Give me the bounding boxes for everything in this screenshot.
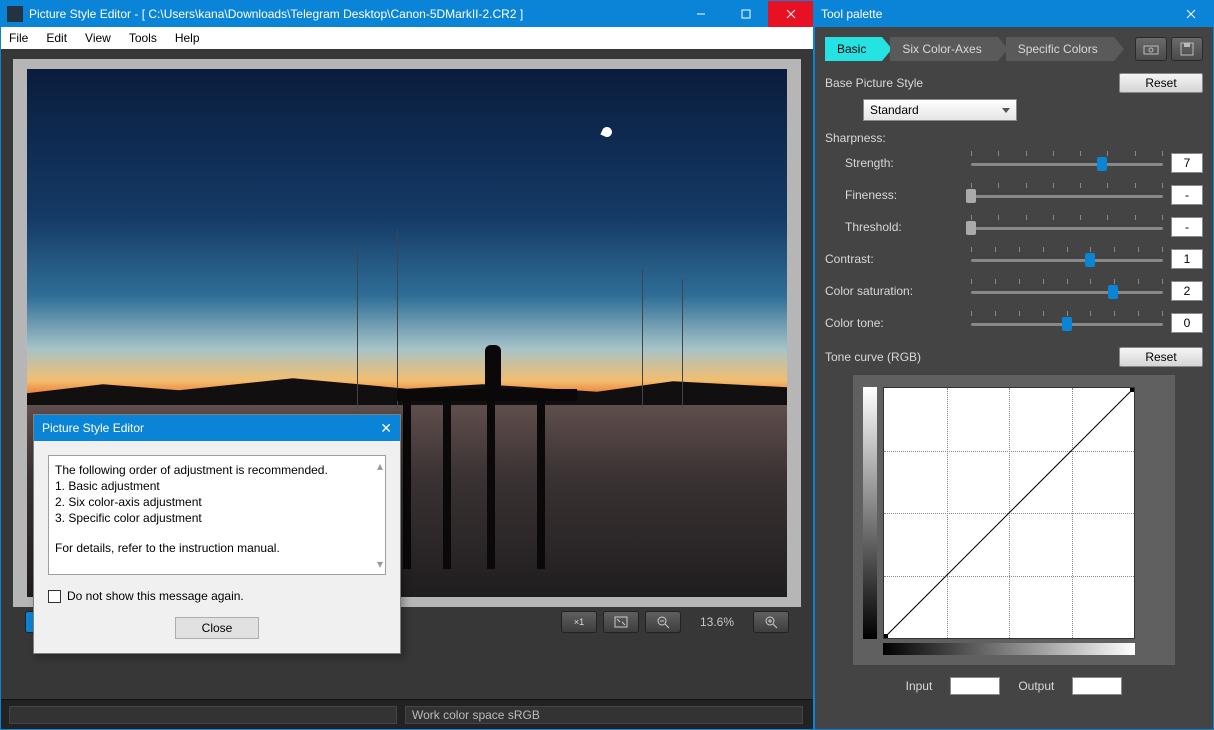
- minimize-button[interactable]: [678, 1, 723, 27]
- status-bar: Work color space sRGB: [1, 699, 813, 729]
- saturation-value[interactable]: 2: [1171, 281, 1203, 301]
- zoom-out-button[interactable]: [645, 611, 681, 633]
- fineness-value[interactable]: -: [1171, 185, 1203, 205]
- fineness-label: Fineness:: [825, 188, 971, 202]
- status-colorspace: Work color space sRGB: [405, 706, 803, 724]
- fineness-slider[interactable]: [971, 183, 1163, 207]
- menubar: File Edit View Tools Help: [1, 27, 813, 49]
- zoom-value: 13.6%: [687, 615, 747, 629]
- threshold-slider[interactable]: [971, 215, 1163, 239]
- dialog-close-icon[interactable]: ✕: [380, 420, 392, 437]
- close-button[interactable]: [768, 1, 813, 27]
- scroll-up-icon[interactable]: ▴: [377, 458, 383, 474]
- input-field[interactable]: [950, 677, 1000, 695]
- fit-screen-button[interactable]: [603, 611, 639, 633]
- base-style-select[interactable]: Standard: [863, 99, 1017, 121]
- image-canvas: Picture Style Editor ✕ ▴ ▾ The following…: [1, 49, 813, 699]
- tone-value[interactable]: 0: [1171, 313, 1203, 333]
- strength-slider[interactable]: [971, 151, 1163, 175]
- tab-basic[interactable]: Basic: [825, 37, 882, 61]
- dont-show-label: Do not show this message again.: [67, 589, 244, 603]
- side-close-button[interactable]: [1168, 1, 1213, 27]
- tab-bar: Basic Six Color-Axes Specific Colors: [825, 37, 1203, 61]
- tonecurve-panel: [853, 375, 1175, 665]
- info-dialog: Picture Style Editor ✕ ▴ ▾ The following…: [33, 414, 401, 654]
- output-label: Output: [1018, 679, 1054, 693]
- tonecurve-label: Tone curve (RGB): [825, 350, 921, 364]
- tool-palette-window: Tool palette Basic Six Color-Axes Specif…: [814, 0, 1214, 730]
- dont-show-checkbox[interactable]: [48, 590, 61, 603]
- strength-value[interactable]: 7: [1171, 153, 1203, 173]
- main-window: Picture Style Editor - [ C:\Users\kana\D…: [0, 0, 814, 730]
- base-style-label: Base Picture Style: [825, 76, 923, 90]
- maximize-button[interactable]: [723, 1, 768, 27]
- saturation-label: Color saturation:: [825, 284, 971, 298]
- vertical-gradient: [863, 387, 877, 639]
- contrast-value[interactable]: 1: [1171, 249, 1203, 269]
- output-field[interactable]: [1072, 677, 1122, 695]
- menu-tools[interactable]: Tools: [129, 31, 157, 45]
- side-title: Tool palette: [821, 7, 1168, 21]
- scroll-down-icon[interactable]: ▾: [377, 556, 383, 572]
- save-palette-button[interactable]: [1171, 37, 1203, 61]
- menu-edit[interactable]: Edit: [46, 31, 67, 45]
- dialog-message: ▴ ▾ The following order of adjustment is…: [48, 455, 386, 575]
- reset-curve-button[interactable]: Reset: [1119, 347, 1203, 367]
- reset-style-button[interactable]: Reset: [1119, 73, 1203, 93]
- contrast-slider[interactable]: [971, 247, 1163, 271]
- menu-file[interactable]: File: [9, 31, 28, 45]
- horizontal-gradient: [883, 643, 1135, 655]
- dialog-close-button[interactable]: Close: [175, 617, 259, 639]
- strength-label: Strength:: [825, 156, 971, 170]
- tab-specific[interactable]: Specific Colors: [1006, 37, 1114, 61]
- menu-view[interactable]: View: [85, 31, 111, 45]
- app-icon: [7, 6, 23, 22]
- dialog-title: Picture Style Editor: [42, 421, 144, 435]
- zoom-in-button[interactable]: [753, 611, 789, 633]
- contrast-label: Contrast:: [825, 252, 971, 266]
- tone-slider[interactable]: [971, 311, 1163, 335]
- saturation-slider[interactable]: [971, 279, 1163, 303]
- fit-1-1-button[interactable]: ×1: [561, 611, 597, 633]
- menu-help[interactable]: Help: [175, 31, 200, 45]
- threshold-label: Threshold:: [825, 220, 971, 234]
- input-label: Input: [906, 679, 933, 693]
- capture-button[interactable]: [1135, 37, 1167, 61]
- status-field-1: [9, 706, 397, 724]
- main-title: Picture Style Editor - [ C:\Users\kana\D…: [29, 7, 678, 21]
- sharpness-label: Sharpness:: [825, 131, 1203, 145]
- threshold-value[interactable]: -: [1171, 217, 1203, 237]
- tab-six-color[interactable]: Six Color-Axes: [890, 37, 997, 61]
- main-titlebar: Picture Style Editor - [ C:\Users\kana\D…: [1, 1, 813, 27]
- tonecurve-grid[interactable]: [883, 387, 1135, 639]
- tone-label: Color tone:: [825, 316, 971, 330]
- dialog-titlebar: Picture Style Editor ✕: [34, 415, 400, 441]
